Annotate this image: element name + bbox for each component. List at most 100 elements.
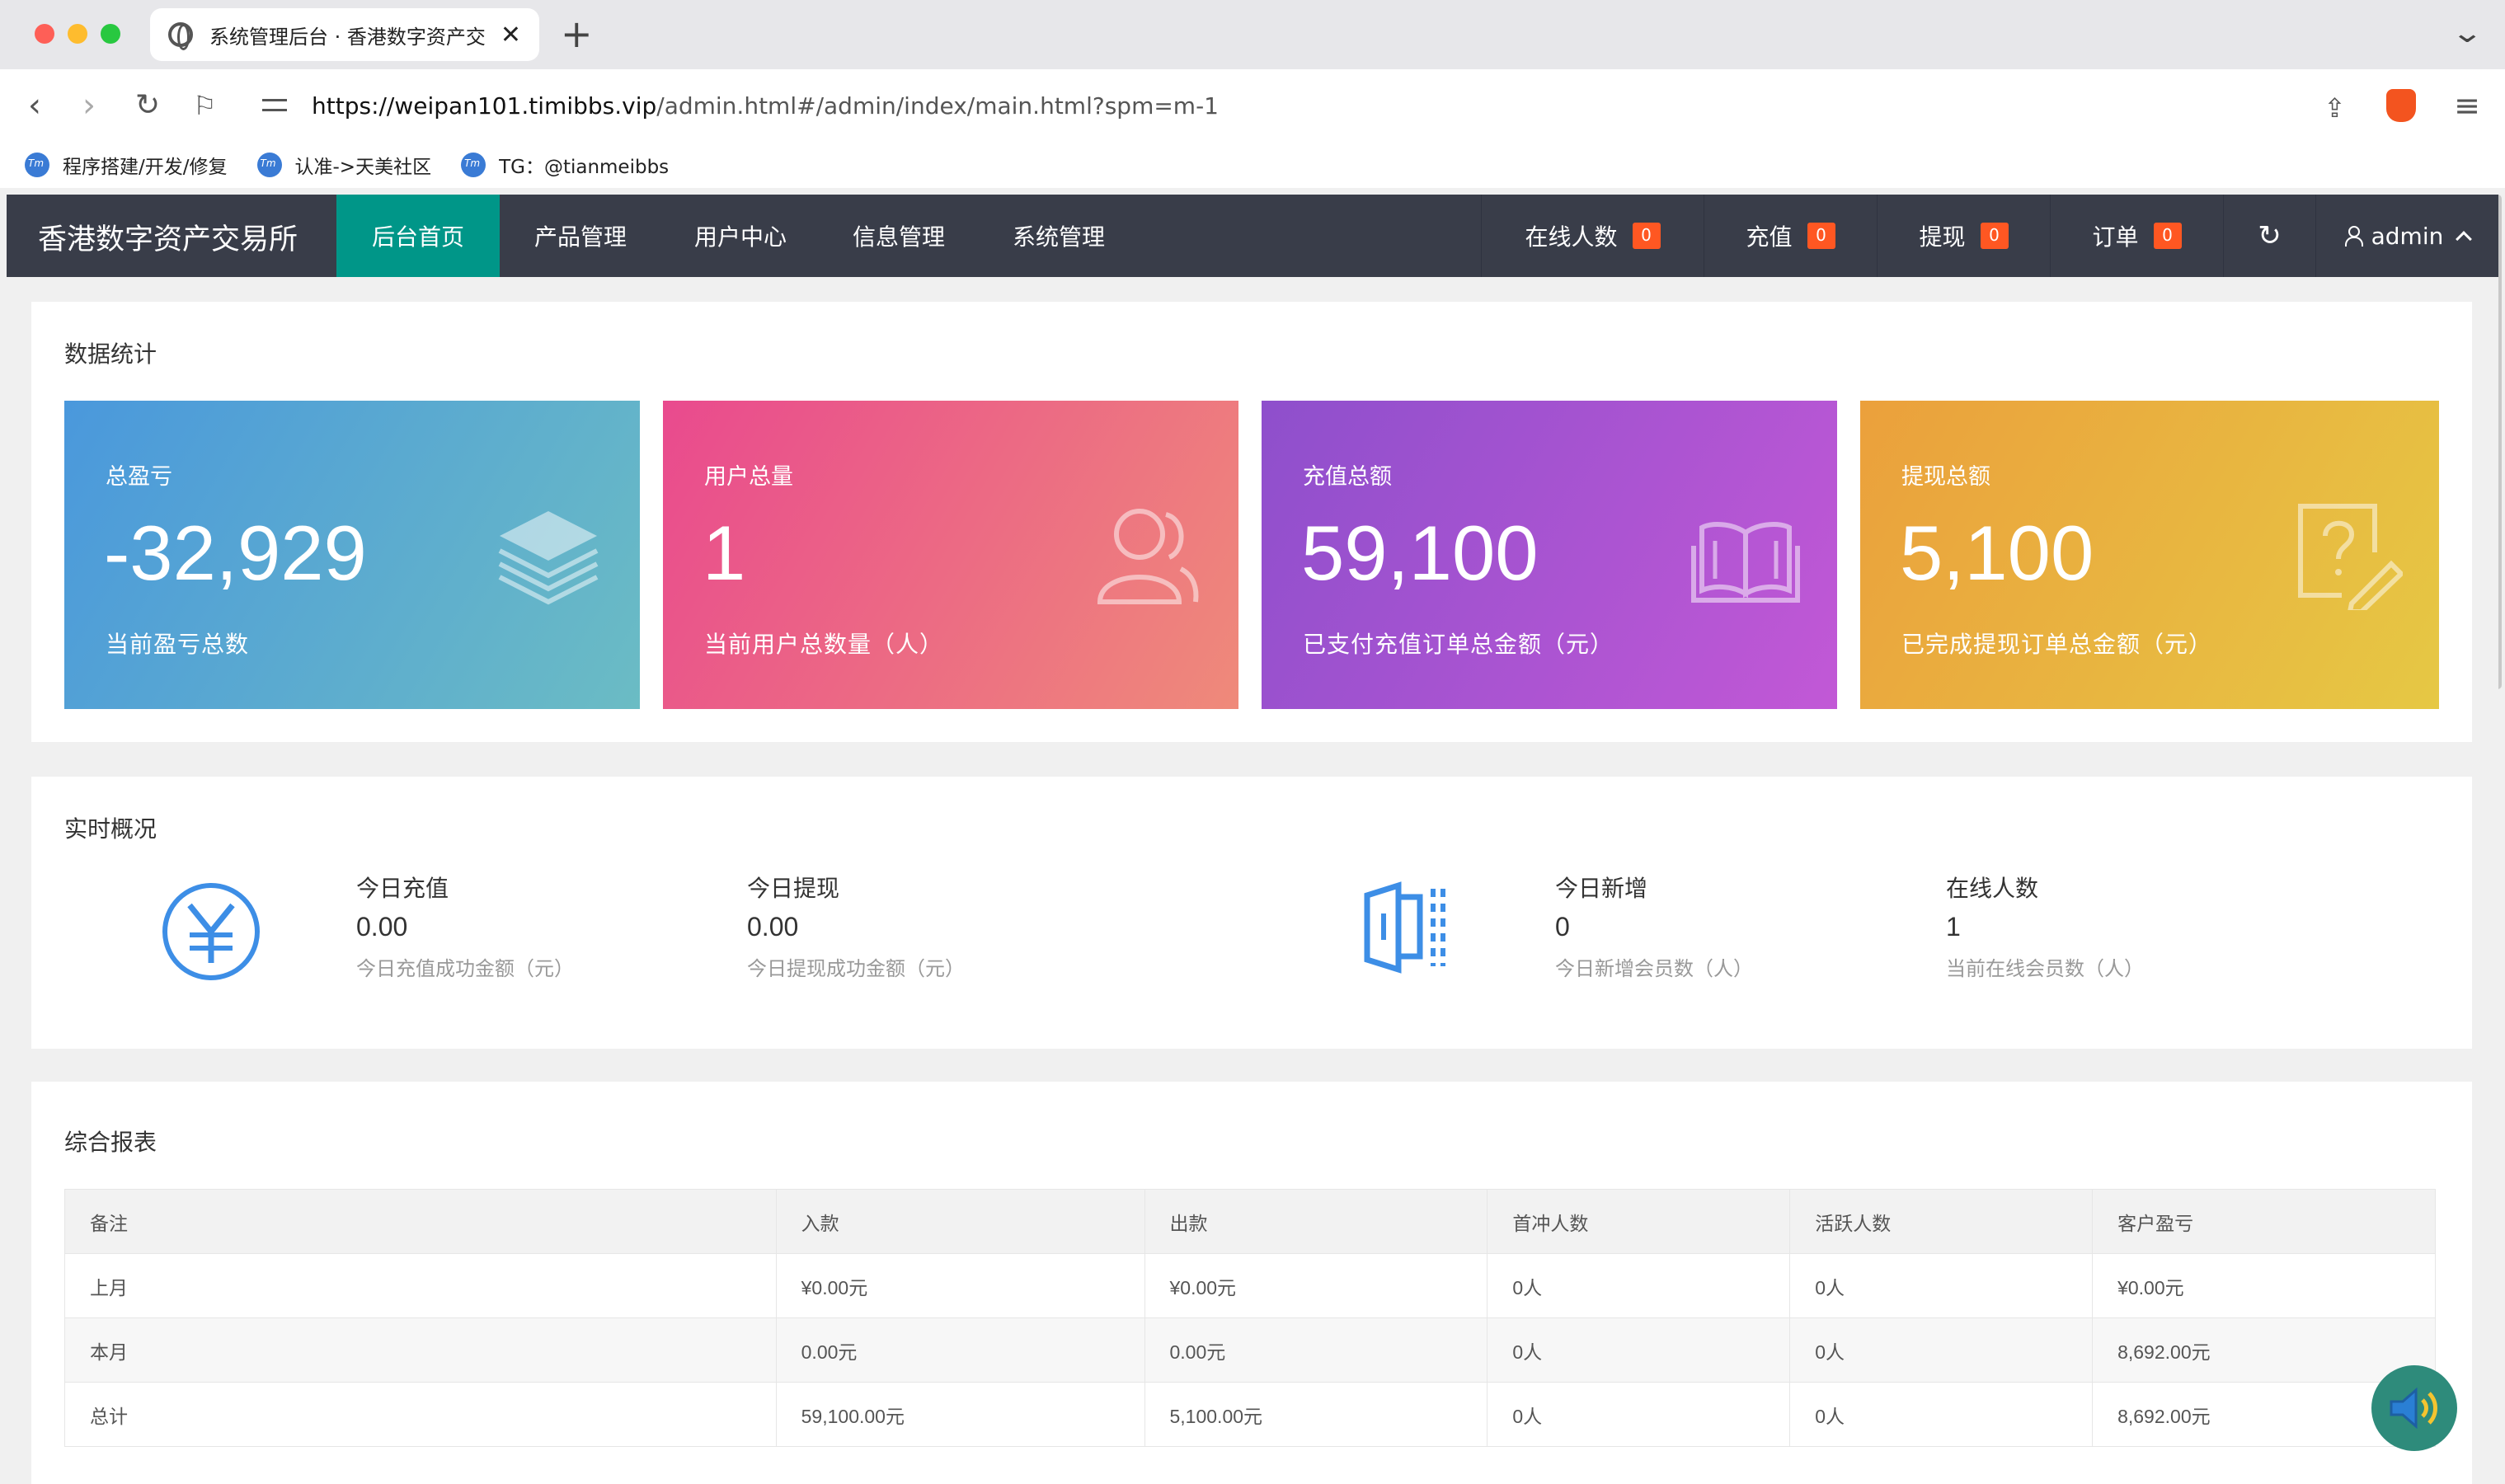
yuan-icon bbox=[162, 883, 260, 980]
withdraw-count-badge: 0 bbox=[1980, 223, 2009, 249]
site-favicon-icon bbox=[25, 153, 49, 177]
tab-list-chevron-icon[interactable]: ⌄ bbox=[2451, 16, 2484, 49]
online-users-link[interactable]: 在线人数 0 bbox=[1481, 195, 1704, 277]
online-users: 在线人数 1 当前在线会员数（人） bbox=[1946, 875, 2144, 980]
recharge-count-badge: 0 bbox=[1807, 223, 1835, 249]
tab-close-icon[interactable]: ✕ bbox=[501, 21, 521, 49]
today-new-users: 今日新增 0 今日新增会员数（人） bbox=[1555, 875, 1753, 980]
online-count-badge: 0 bbox=[1632, 223, 1661, 249]
orders-count-badge: 0 bbox=[2153, 223, 2182, 249]
table-cell: 0人 bbox=[1789, 1253, 2094, 1318]
recharge-link[interactable]: 充值 0 bbox=[1704, 195, 1877, 277]
bookmark-item[interactable]: 程序搭建/开发/修复 bbox=[25, 151, 228, 179]
table-cell: 0.00元 bbox=[775, 1317, 1145, 1383]
notification-sound-button[interactable] bbox=[2371, 1365, 2457, 1451]
speaker-icon bbox=[2390, 1387, 2437, 1430]
forward-icon[interactable]: › bbox=[82, 86, 96, 125]
browser-tab[interactable]: 系统管理后台 · 香港数字资产交 ✕ bbox=[150, 8, 539, 61]
top-header: 香港数字资产交易所 后台首页 产品管理 用户中心 信息管理 系统管理 在线人数 0… bbox=[7, 195, 2498, 277]
nav-system[interactable]: 系统管理 bbox=[978, 195, 1140, 277]
new-tab-button[interactable]: + bbox=[561, 13, 593, 54]
column-header: 活跃人数 bbox=[1789, 1189, 2094, 1254]
table-cell: 0人 bbox=[1789, 1382, 2094, 1447]
table-cell: 总计 bbox=[64, 1382, 777, 1447]
table-row: 总计 59,100.00元 5,100.00元 0人 0人 8,692.00元 bbox=[64, 1382, 2436, 1447]
nav-products[interactable]: 产品管理 bbox=[500, 195, 661, 277]
globe-icon bbox=[168, 22, 193, 50]
share-icon[interactable]: ⇪ bbox=[2324, 92, 2346, 124]
today-recharge: 今日充值 0.00 今日充值成功金额（元） bbox=[356, 875, 574, 980]
table-cell: 上月 bbox=[64, 1253, 777, 1318]
table-cell: ¥0.00元 bbox=[1144, 1253, 1488, 1318]
users-icon bbox=[1097, 509, 1199, 604]
realtime-title: 实时概况 bbox=[64, 815, 157, 843]
site-favicon-icon bbox=[256, 153, 282, 177]
site-settings-icon[interactable] bbox=[262, 94, 287, 117]
reload-icon[interactable]: ↻ bbox=[135, 86, 160, 125]
admin-app: 香港数字资产交易所 后台首页 产品管理 用户中心 信息管理 系统管理 在线人数 0… bbox=[7, 195, 2498, 1484]
back-icon[interactable]: ‹ bbox=[28, 86, 41, 125]
book-icon bbox=[1691, 522, 1800, 603]
user-icon bbox=[2344, 226, 2363, 247]
bookmark-icon[interactable]: ⚐ bbox=[193, 86, 217, 125]
tab-title: 系统管理后台 · 香港数字资产交 bbox=[209, 25, 486, 49]
site-logo: 香港数字资产交易所 bbox=[38, 223, 298, 256]
stat-value: 1 bbox=[703, 510, 746, 596]
brave-shield-icon[interactable] bbox=[2386, 89, 2416, 122]
site-favicon-icon bbox=[461, 153, 486, 177]
table-cell: 0人 bbox=[1487, 1253, 1791, 1318]
stat-profit[interactable]: 总盈亏 -32,929 当前盈亏总数 bbox=[64, 401, 640, 709]
table-cell: 0人 bbox=[1487, 1382, 1791, 1447]
bookmark-item[interactable]: 认准->天美社区 bbox=[256, 151, 431, 179]
close-window-button[interactable] bbox=[35, 24, 54, 44]
table-cell: ¥0.00元 bbox=[775, 1253, 1145, 1318]
report-table: 备注 入款 出款 首冲人数 活跃人数 客户盈亏 上月 ¥0.00元 ¥0.00元… bbox=[64, 1189, 2436, 1447]
browser-toolbar: ‹ › ↻ ⚐ https://weipan101.timibbs.vip/ad… bbox=[0, 69, 2505, 142]
stat-withdraw[interactable]: 提现总额 5,100 已完成提现订单总金额（元） bbox=[1860, 401, 2439, 709]
table-cell: 5,100.00元 bbox=[1144, 1382, 1488, 1447]
table-row: 上月 ¥0.00元 ¥0.00元 0人 0人 ¥0.00元 bbox=[64, 1253, 2436, 1318]
column-header: 备注 bbox=[64, 1189, 777, 1254]
report-title: 综合报表 bbox=[64, 1129, 157, 1156]
layers-icon bbox=[498, 511, 599, 605]
orders-link[interactable]: 订单 0 bbox=[2050, 195, 2223, 277]
table-cell: 59,100.00元 bbox=[775, 1382, 1145, 1447]
table-cell: 8,692.00元 bbox=[2092, 1317, 2436, 1383]
nav-home[interactable]: 后台首页 bbox=[336, 195, 500, 277]
bookmarks-bar: 程序搭建/开发/修复 认准->天美社区 TG：@tianmeibbs bbox=[0, 142, 2505, 188]
tab-strip: 系统管理后台 · 香港数字资产交 ✕ + ⌄ bbox=[0, 0, 2505, 69]
table-cell: 0人 bbox=[1487, 1317, 1791, 1383]
table-cell: 0人 bbox=[1789, 1317, 2094, 1383]
column-header: 出款 bbox=[1144, 1189, 1488, 1254]
stats-card: 数据统计 总盈亏 -32,929 当前盈亏总数 用户总量 1 当前用户总数量（人… bbox=[31, 302, 2472, 742]
browser-menu-icon[interactable]: ≡ bbox=[2454, 87, 2480, 124]
bookmark-item[interactable]: TG：@tianmeibbs bbox=[461, 151, 669, 179]
column-header: 入款 bbox=[775, 1189, 1145, 1254]
stat-value: 59,100 bbox=[1301, 510, 1539, 596]
username: admin bbox=[2371, 222, 2444, 250]
refresh-icon: ↻ bbox=[2258, 219, 2282, 252]
user-menu[interactable]: admin bbox=[2315, 195, 2498, 277]
table-cell: 本月 bbox=[64, 1317, 777, 1383]
stat-value: -32,929 bbox=[104, 510, 367, 596]
stats-title: 数据统计 bbox=[64, 340, 157, 368]
nav-info[interactable]: 信息管理 bbox=[820, 195, 978, 277]
realtime-card: 实时概况 今日充值 0.00 今日充值成功金额（元） 今日提现 0.00 今日提… bbox=[31, 777, 2472, 1049]
stat-recharge[interactable]: 充值总额 59,100 已支付充值订单总金额（元） bbox=[1262, 401, 1837, 709]
refresh-button[interactable]: ↻ bbox=[2223, 195, 2315, 277]
question-edit-icon bbox=[2298, 504, 2403, 610]
report-card: 综合报表 备注 入款 出款 首冲人数 活跃人数 客户盈亏 上月 ¥0.00元 ¥… bbox=[31, 1082, 2472, 1484]
chevron-up-icon bbox=[2456, 231, 2473, 247]
today-withdraw: 今日提现 0.00 今日提现成功金额（元） bbox=[747, 875, 965, 980]
stat-users[interactable]: 用户总量 1 当前用户总数量（人） bbox=[663, 401, 1238, 709]
minimize-window-button[interactable] bbox=[68, 24, 87, 44]
table-cell: 0.00元 bbox=[1144, 1317, 1488, 1383]
maximize-window-button[interactable] bbox=[101, 24, 120, 44]
door-exit-icon bbox=[1364, 881, 1445, 974]
nav-users[interactable]: 用户中心 bbox=[661, 195, 820, 277]
stat-value: 5,100 bbox=[1900, 510, 2094, 596]
withdraw-link[interactable]: 提现 0 bbox=[1877, 195, 2050, 277]
table-row: 本月 0.00元 0.00元 0人 0人 8,692.00元 bbox=[64, 1317, 2436, 1383]
browser-chrome: 系统管理后台 · 香港数字资产交 ✕ + ⌄ ‹ › ↻ ⚐ https://w… bbox=[0, 0, 2505, 188]
address-bar[interactable]: https://weipan101.timibbs.vip/admin.html… bbox=[244, 79, 2434, 132]
